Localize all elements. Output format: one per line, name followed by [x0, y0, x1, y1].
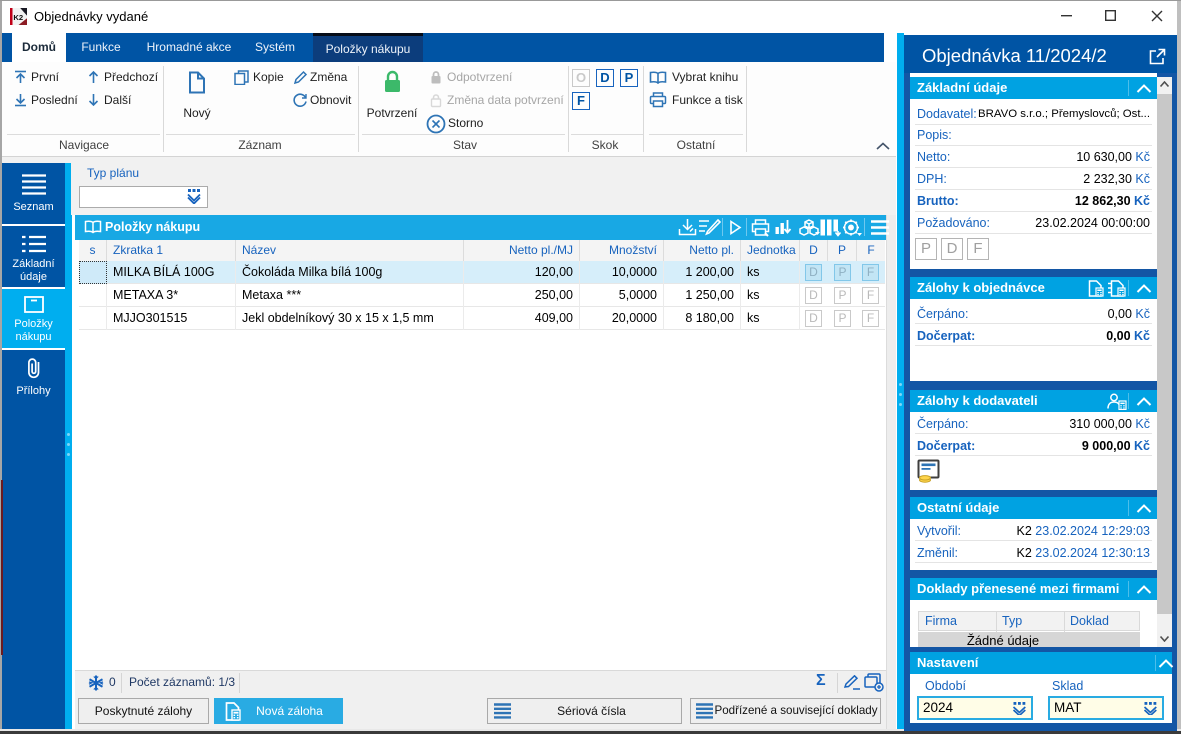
svg-text:K2: K2 — [13, 13, 23, 22]
